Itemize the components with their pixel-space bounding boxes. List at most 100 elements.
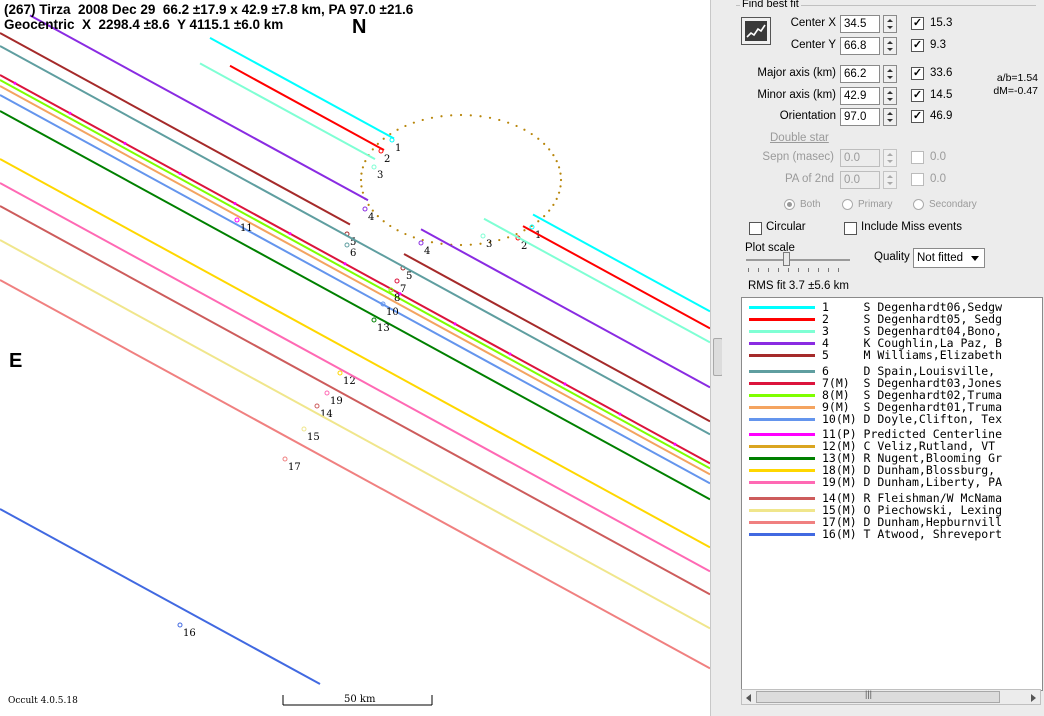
ellipse-dot	[367, 203, 370, 206]
chord-label-17: 17	[288, 462, 301, 473]
fit-field-input[interactable]: 66.2	[840, 65, 880, 83]
fit-field-spinner[interactable]	[883, 108, 897, 126]
scroll-thumb[interactable]	[756, 689, 1000, 703]
spin-down-icon	[887, 182, 893, 185]
quality-dropdown[interactable]: Not fitted	[913, 248, 985, 268]
chord-label-4: 4	[368, 212, 374, 223]
ellipse-dot	[559, 185, 562, 188]
spin-down-icon	[887, 76, 893, 79]
scroll-left-icon[interactable]	[746, 694, 751, 702]
radio-both[interactable]	[784, 199, 795, 210]
checkmark-icon[interactable]: ✓	[911, 17, 924, 30]
fit-field-uncertainty: 46.9	[930, 110, 953, 122]
version-label: Occult 4.0.5.18	[8, 696, 78, 706]
fit-field-input[interactable]: 66.8	[840, 37, 880, 55]
double-star-link[interactable]: Double star	[770, 132, 829, 144]
sepn-checkbox[interactable]	[911, 151, 924, 164]
fit-field-input[interactable]: 34.5	[840, 15, 880, 33]
find-best-fit-title: Find best fit	[740, 0, 801, 10]
ellipse-dot	[404, 232, 407, 236]
occultation-plot[interactable]: 1122334455678101113121914151716 (267) Ti…	[0, 0, 710, 716]
legend-swatch	[749, 405, 815, 409]
observer-legend[interactable]: 1 S Degenhardt06,Sedgw 2 S Degenhardt05, …	[741, 297, 1043, 691]
pa-second-spinner[interactable]	[883, 171, 897, 189]
fit-field-spinner[interactable]	[883, 87, 897, 105]
legend-item[interactable]: 19(M) D Dunham,Liberty, PA	[742, 475, 1042, 490]
event-marker	[337, 370, 343, 376]
event-marker	[418, 240, 424, 246]
chord-line-3	[483, 217, 710, 344]
chord-line-4	[29, 14, 369, 202]
fit-field-spinner[interactable]	[883, 65, 897, 83]
ellipse-dot	[404, 124, 407, 128]
centerline-dot	[673, 442, 677, 446]
pa-second-input[interactable]: 0.0	[840, 171, 880, 189]
ellipse-dot	[361, 166, 365, 169]
circular-checkbox[interactable]	[749, 222, 762, 235]
ellipse-dot	[376, 142, 379, 145]
ellipse-dot	[421, 118, 424, 122]
legend-text: 10(M) D Doyle,Clifton, Tex	[822, 411, 1003, 426]
fit-field-spinner[interactable]	[883, 37, 897, 55]
ellipse-dot	[559, 172, 562, 175]
ellipse-dot	[557, 191, 561, 194]
legend-hscrollbar[interactable]	[741, 689, 1041, 705]
legend-item[interactable]: 5 M Williams,Elizabeth	[742, 348, 1042, 362]
event-marker	[389, 137, 395, 143]
scale-bar-label: 50 km	[344, 694, 376, 705]
spin-up-icon	[887, 112, 893, 115]
include-miss-checkbox[interactable]	[844, 222, 857, 235]
fit-panel: Find best fit Center X 34.5 ✓ 15.3 Center Y 6…	[722, 0, 1044, 716]
include-miss-label: Include Miss events	[861, 221, 962, 233]
chord-line-5	[0, 32, 351, 226]
centerline-dot	[13, 81, 17, 85]
chord-line-14	[0, 205, 710, 596]
ellipse-dot	[364, 160, 367, 163]
spin-down-icon	[887, 119, 893, 122]
event-marker	[324, 390, 330, 396]
fit-field-spinner[interactable]	[883, 15, 897, 33]
legend-item[interactable]: 10(M) D Doyle,Clifton, Tex	[742, 411, 1042, 426]
quality-label: Quality	[874, 251, 910, 263]
legend-text: 19(M) D Dunham,Liberty, PA	[822, 475, 1003, 490]
chord-line-5	[403, 253, 710, 423]
spin-up-icon	[887, 41, 893, 44]
scroll-right-icon[interactable]	[1031, 694, 1036, 702]
chord-label-19: 19	[330, 396, 343, 407]
checkmark-icon[interactable]: ✓	[911, 110, 924, 123]
pa-second-checkbox[interactable]	[911, 173, 924, 186]
ellipse-dot	[479, 242, 482, 245]
fit-field-input[interactable]: 97.0	[840, 108, 880, 126]
sepn-input[interactable]: 0.0	[840, 149, 880, 167]
legend-swatch	[749, 445, 815, 449]
centerline-dot	[453, 322, 457, 326]
plot-scale-track[interactable]	[746, 259, 850, 261]
checkmark-icon[interactable]: ✓	[911, 67, 924, 80]
sepn-uncertainty: 0.0	[930, 151, 946, 163]
fit-field-label: Center Y	[790, 39, 836, 51]
legend-swatch	[749, 508, 815, 512]
chord-label-1: 1	[395, 143, 401, 154]
spin-up-icon	[887, 91, 893, 94]
ellipse-dot	[523, 128, 526, 131]
plot-scale-slider[interactable]	[783, 252, 790, 266]
fit-field-input[interactable]: 42.9	[840, 87, 880, 105]
checkmark-icon[interactable]: ✓	[911, 89, 924, 102]
ellipse-dot	[412, 236, 415, 239]
ellipse-dot	[469, 114, 472, 117]
radio-primary[interactable]	[842, 199, 853, 210]
ellipse-dot	[382, 220, 385, 223]
checkmark-icon[interactable]: ✓	[911, 39, 924, 52]
spin-up-icon	[887, 153, 893, 156]
ellipse-dot	[498, 238, 501, 242]
centerline-dot	[563, 382, 567, 386]
chord-line-17	[0, 279, 710, 670]
sepn-spinner[interactable]	[883, 149, 897, 167]
radio-secondary[interactable]	[913, 199, 924, 210]
ellipse-dot	[488, 116, 492, 119]
chord-line-2	[522, 225, 710, 330]
legend-item[interactable]: 16(M) T Atwood, Shreveport	[742, 527, 1042, 541]
circular-label: Circular	[766, 221, 806, 233]
ellipse-dot	[523, 229, 526, 232]
ellipse-dot	[389, 224, 392, 228]
